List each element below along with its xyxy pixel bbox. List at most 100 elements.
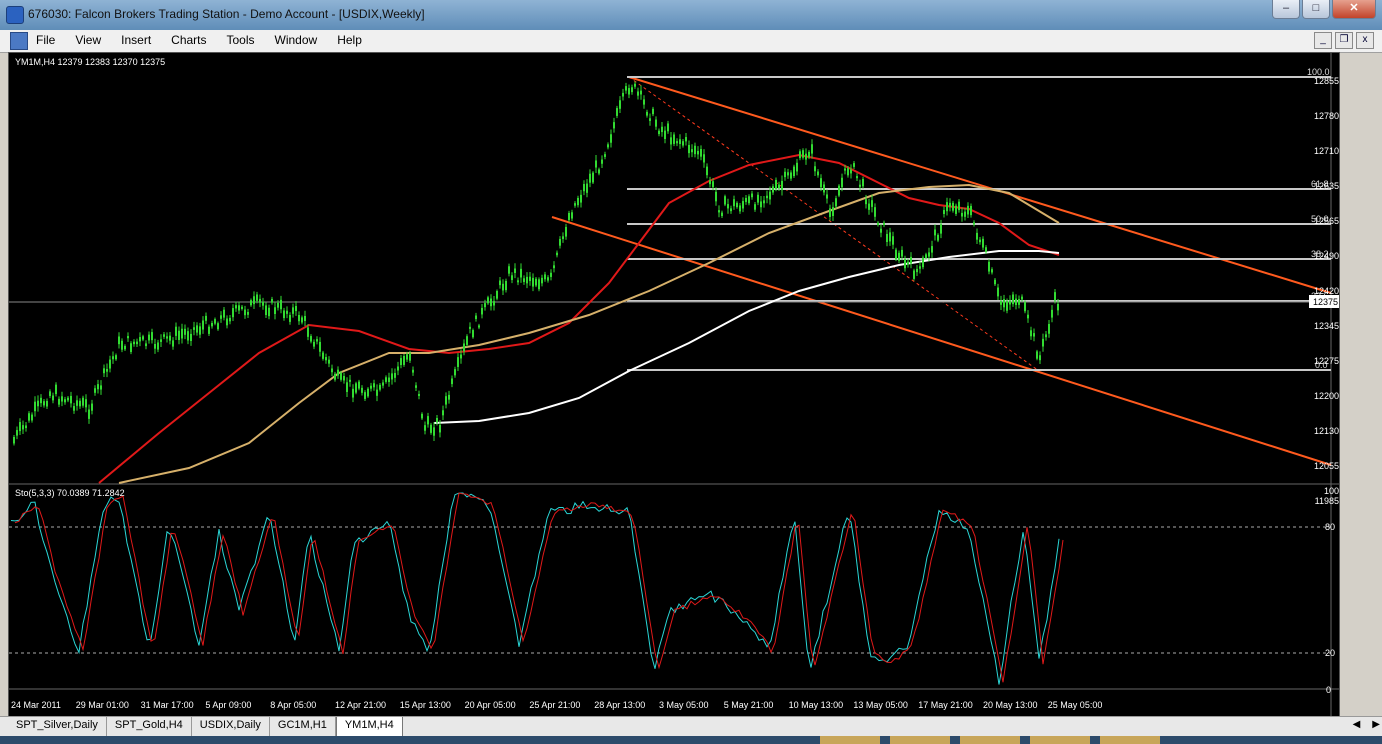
menu-window[interactable]: Window [275,33,318,47]
candle-body [352,388,354,398]
time-axis-label: 8 Apr 05:00 [270,700,316,710]
chart-window-icon[interactable] [10,32,28,50]
candle-body [991,269,993,273]
candle-body [292,307,294,314]
candle-body [37,400,39,407]
candle-body [379,384,381,390]
candle-body [520,268,522,278]
tab-spt-gold[interactable]: SPT_Gold,H4 [106,717,192,736]
candle-body [481,307,483,315]
child-restore-button[interactable]: ❐ [1335,32,1353,49]
candle-body [115,355,117,360]
candle-body [46,400,48,407]
time-axis-label: 5 Apr 09:00 [205,700,251,710]
chart-area[interactable]: 100.0 61.8 50.0 38.2 23.6 0.0 YM1M,H4 12… [8,52,1340,718]
candle-body [601,159,603,164]
menu-charts[interactable]: Charts [171,33,206,47]
candle-body [985,247,987,252]
candle-body [280,299,282,310]
menu-tools[interactable]: Tools [227,33,255,47]
candle-body [349,379,351,382]
candle-body [547,277,549,281]
candle-body [820,178,822,188]
menu-view[interactable]: View [75,33,101,47]
candle-body [628,88,630,95]
candle-body [157,342,159,350]
taskbar-item[interactable] [1030,736,1090,744]
candle-body [982,238,984,248]
candle-body [745,197,747,202]
candle-body [934,229,936,236]
candle-body [670,137,672,145]
candle-body [565,226,567,237]
menu-file[interactable]: File [36,33,55,47]
candle-body [19,422,21,432]
candle-body [649,118,651,121]
close-button[interactable]: ✕ [1332,0,1376,19]
candle-body [490,298,492,307]
tab-spt-silver[interactable]: SPT_Silver,Daily [8,717,107,736]
candle-body [202,320,204,330]
candle-body [571,212,573,219]
candle-body [538,279,540,290]
candle-body [709,180,711,185]
candle-body [868,203,870,210]
price-axis-label: 12635 [1314,181,1339,191]
candle-body [583,184,585,192]
candle-body [805,153,807,160]
candle-body [328,359,330,364]
candle-body [589,173,591,183]
candle-body [358,381,360,389]
candle-body [625,86,627,91]
child-minimize-button[interactable]: _ [1314,32,1332,49]
candle-body [574,203,576,206]
candle-body [334,373,336,380]
title-bar: 676030: Falcon Brokers Trading Station -… [0,0,1382,30]
candle-body [22,425,24,430]
menu-help[interactable]: Help [337,33,362,47]
os-taskbar [0,736,1382,744]
candle-body [718,210,720,213]
candle-body [1003,299,1005,308]
candle-body [778,184,780,189]
candle-body [958,201,960,211]
tab-usdix[interactable]: USDIX,Daily [191,717,270,736]
candle-body [307,327,309,337]
chart-svg[interactable]: 100.0 61.8 50.0 38.2 23.6 0.0 YM1M,H4 12… [9,53,1339,717]
current-price-label: 12375 [1313,297,1338,307]
candle-body [877,222,879,226]
candle-body [451,378,453,385]
candle-body [640,90,642,95]
time-axis-label: 3 May 05:00 [659,700,709,710]
menu-insert[interactable]: Insert [121,33,151,47]
candle-body [118,336,120,345]
candle-body [892,236,894,245]
tab-gc1m[interactable]: GC1M,H1 [269,717,336,736]
candle-body [175,326,177,336]
maximize-button[interactable]: □ [1302,0,1330,19]
tab-scroll-left-icon[interactable]: ◀ [1353,719,1361,730]
taskbar-item[interactable] [1100,736,1160,744]
candle-body [496,291,498,299]
candle-body [943,210,945,214]
candle-body [301,317,303,323]
tab-scroll-right-icon[interactable]: ▶ [1372,719,1380,730]
minimize-button[interactable]: – [1272,0,1300,19]
candle-body [763,200,765,204]
candle-body [226,318,228,326]
candle-body [1036,351,1038,359]
candle-body [505,280,507,291]
taskbar-item[interactable] [890,736,950,744]
candle-body [1042,338,1044,347]
candle-body [901,249,903,257]
taskbar-item[interactable] [960,736,1020,744]
candle-body [997,287,999,297]
tab-ym1m[interactable]: YM1M,H4 [335,717,403,737]
candle-body [400,358,402,366]
candle-body [253,296,255,305]
child-close-button[interactable]: x [1356,32,1374,49]
candle-body [1039,355,1041,361]
taskbar-item[interactable] [820,736,880,744]
candle-body [715,191,717,202]
candle-body [418,393,420,396]
